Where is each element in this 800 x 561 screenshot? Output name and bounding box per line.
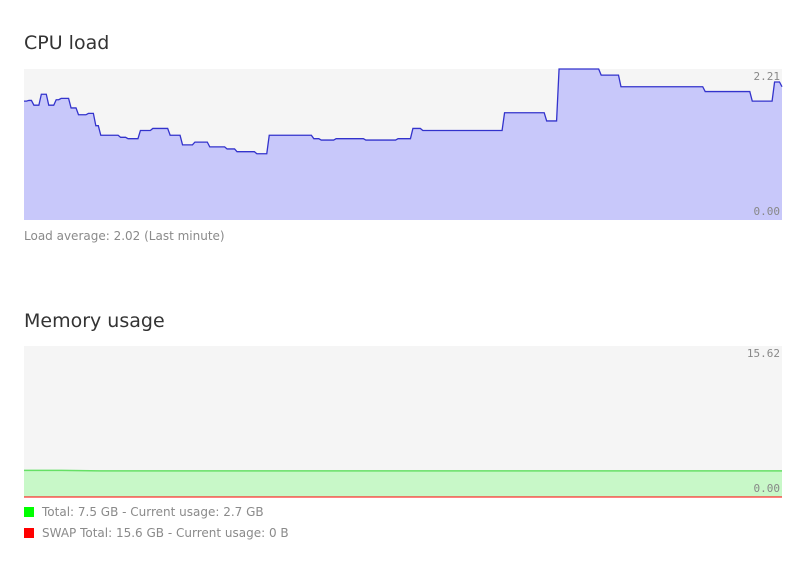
legend-swatch-swap	[24, 528, 34, 538]
cpu-load-area	[24, 69, 782, 220]
memory-axis-min-label: 0.00	[753, 482, 781, 495]
memory-axis-max-label: 15.62	[746, 347, 780, 360]
cpu-load-plot	[24, 68, 783, 220]
cpu-load-chart: 2.21 0.00	[24, 68, 783, 220]
legend-label-swap: SWAP Total: 15.6 GB - Current usage: 0 B	[42, 526, 289, 540]
legend-swatch-memory	[24, 507, 34, 517]
memory-usage-plot	[24, 469, 782, 498]
legend-item-memory-total: Total: 7.5 GB - Current usage: 2.7 GB	[24, 505, 264, 519]
cpu-axis-max-label: 2.21	[753, 70, 781, 83]
memory-usage-title: Memory usage	[24, 310, 165, 332]
cpu-load-title: CPU load	[24, 32, 110, 54]
load-average-caption: Load average: 2.02 (Last minute)	[24, 229, 225, 243]
legend-item-swap-total: SWAP Total: 15.6 GB - Current usage: 0 B	[24, 526, 289, 540]
cpu-axis-min-label: 0.00	[753, 205, 781, 218]
memory-usage-chart: 15.62 0.00	[24, 346, 782, 498]
legend-label-memory: Total: 7.5 GB - Current usage: 2.7 GB	[42, 505, 264, 519]
memory-usage-area	[24, 470, 782, 497]
